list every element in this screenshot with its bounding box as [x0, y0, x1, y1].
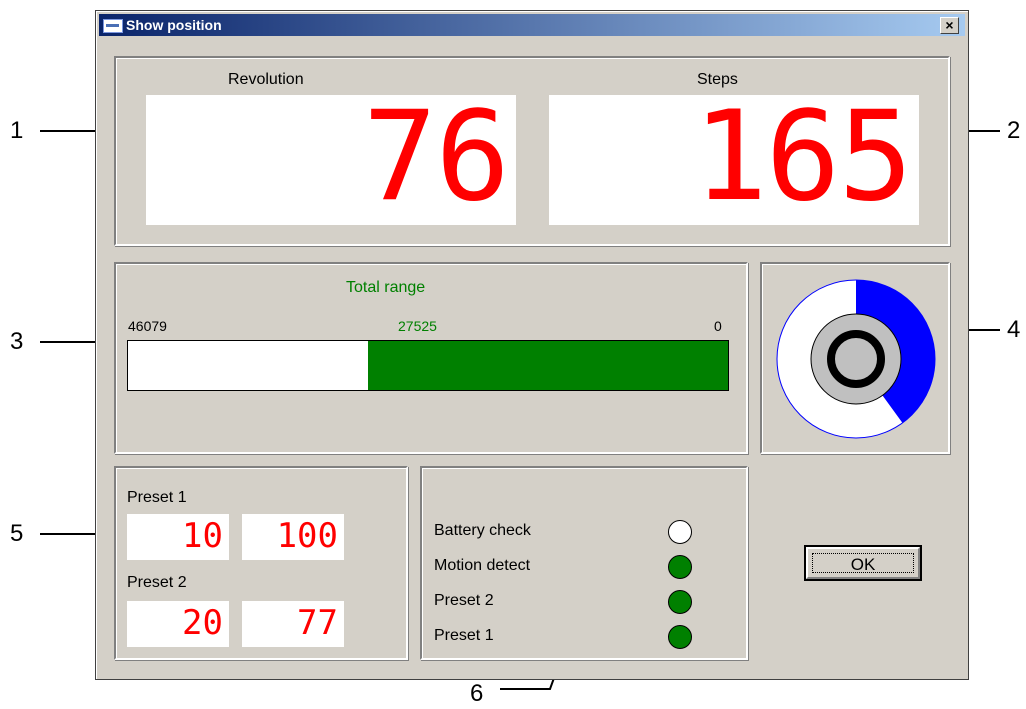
preset2-rev-value: 20 [182, 603, 223, 643]
callout-3: 3 [10, 328, 24, 355]
callout-6: 6 [470, 680, 484, 707]
revolution-display: 76 [146, 87, 516, 227]
preset2-steps-display: 77 [242, 601, 344, 647]
dial-hub-outer [810, 313, 902, 405]
preset1-rev-display: 10 [127, 514, 229, 560]
presets-panel: Preset 1 10 100 Preset 2 20 77 [114, 466, 408, 660]
preset-1-indicator [668, 625, 692, 649]
preset-2-indicator [668, 590, 692, 614]
callout-1: 1 [10, 117, 24, 144]
range-max-label: 46079 [128, 318, 167, 334]
dial-panel [760, 262, 950, 454]
status-label-preset-1: Preset 1 [434, 627, 494, 644]
preset1-rev-value: 10 [182, 516, 223, 556]
total-range-bar [127, 340, 729, 391]
revolution-label: Revolution [228, 71, 304, 88]
callout-4: 4 [1007, 316, 1021, 343]
total-range-label: Total range [346, 279, 426, 296]
status-label-motion-detect: Motion detect [434, 557, 531, 574]
window-title: Show position [126, 17, 222, 33]
status-panel: Battery check Motion detect Preset 2 Pre… [420, 466, 748, 660]
ok-button-label: OK [850, 555, 876, 574]
battery-check-indicator [668, 520, 692, 544]
preset1-steps-display: 100 [242, 514, 344, 560]
close-button[interactable]: × [940, 17, 959, 34]
revolution-value: 76 [362, 85, 510, 229]
callout-5: 5 [10, 520, 24, 547]
preset2-steps-value: 77 [297, 603, 338, 643]
position-panel: Revolution Steps 76 165 [114, 56, 950, 246]
status-label-battery-check: Battery check [434, 522, 531, 539]
steps-display: 165 [549, 87, 919, 227]
total-range-panel: Total range 46079 27525 0 [114, 262, 748, 454]
steps-value: 165 [693, 85, 913, 229]
app-icon [103, 19, 123, 33]
rotation-dial [776, 279, 936, 439]
preset2-rev-display: 20 [127, 601, 229, 647]
ok-button[interactable]: OK [804, 545, 922, 581]
range-current-label: 27525 [398, 318, 437, 334]
callout-2: 2 [1007, 117, 1021, 144]
preset1-label: Preset 1 [127, 489, 187, 506]
range-min-label: 0 [714, 318, 722, 334]
status-label-preset-2: Preset 2 [434, 592, 494, 609]
title-bar[interactable]: Show position × [99, 14, 965, 36]
preset1-steps-value: 100 [276, 516, 338, 556]
total-range-fill [368, 341, 728, 390]
preset2-label: Preset 2 [127, 574, 187, 591]
motion-detect-indicator [668, 555, 692, 579]
